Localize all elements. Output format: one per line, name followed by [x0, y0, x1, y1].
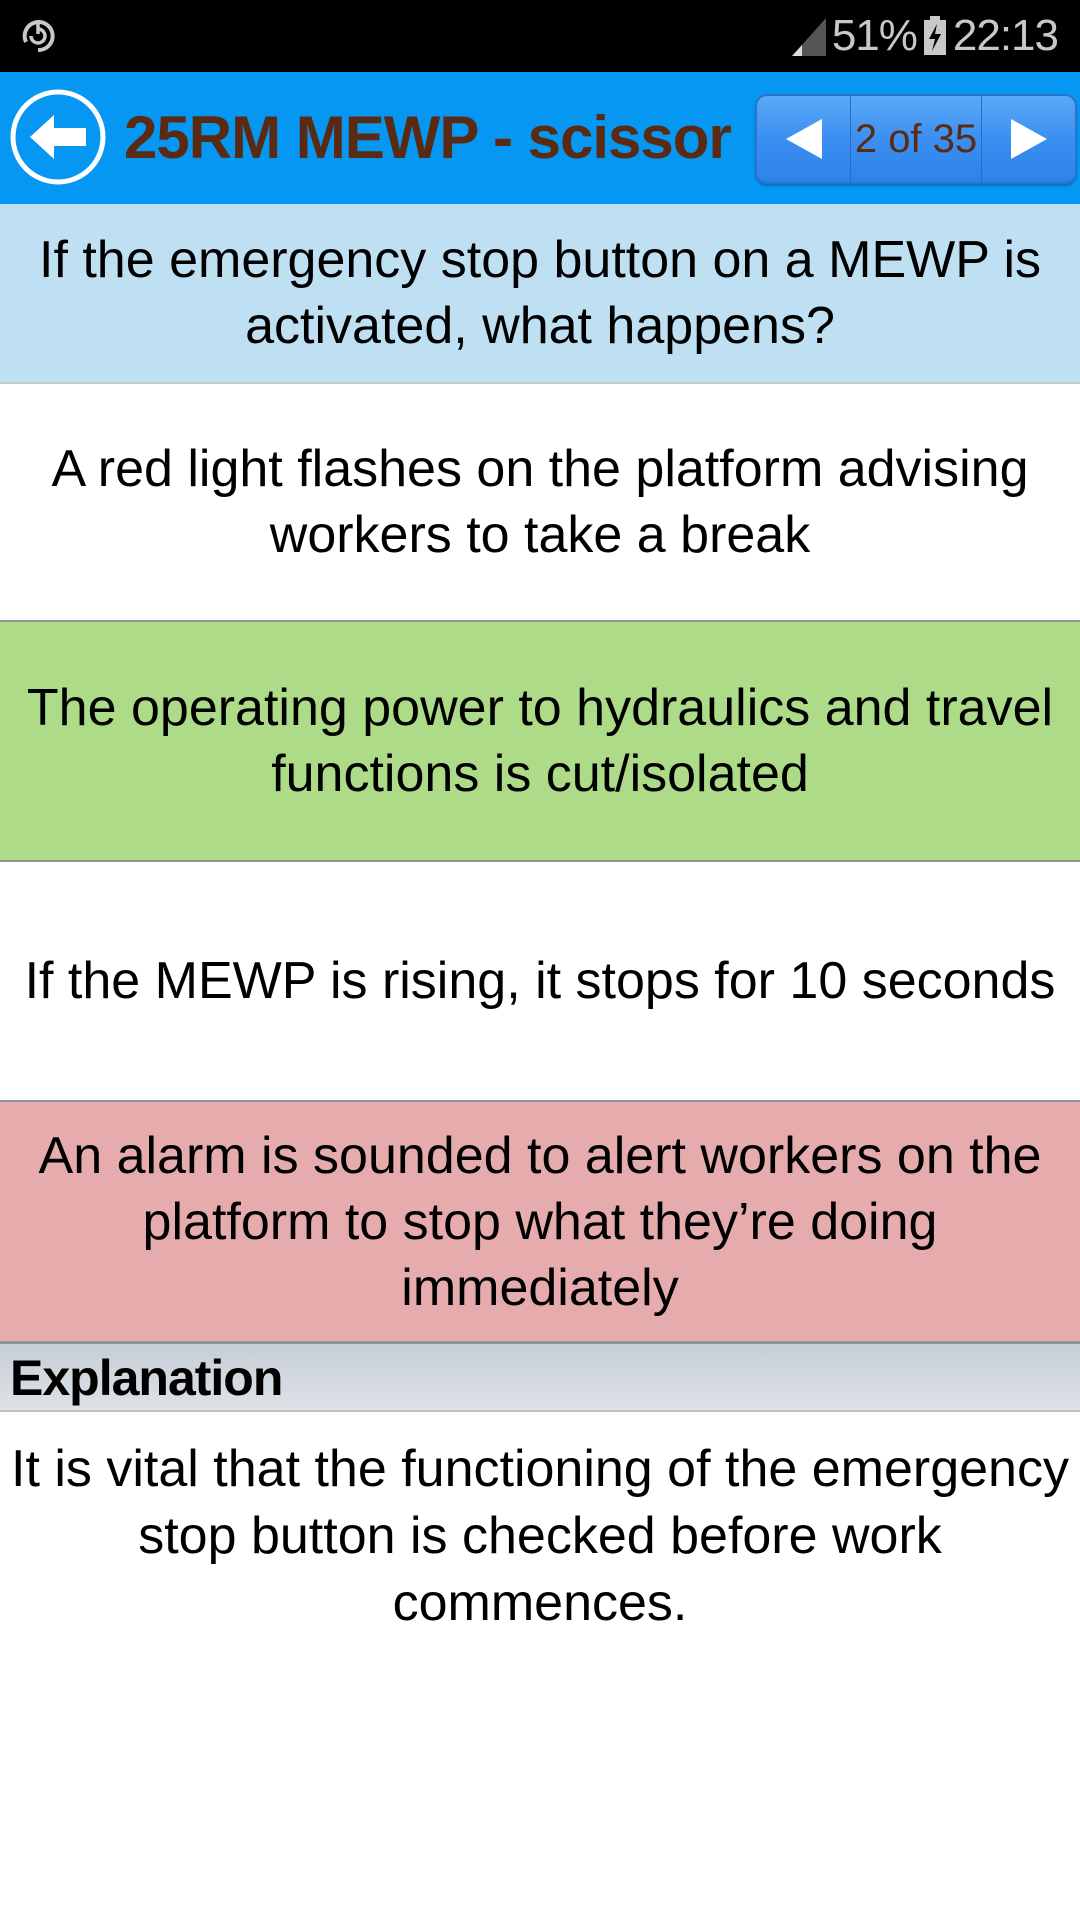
explanation-text: It is vital that the functioning of the …: [11, 1440, 1069, 1632]
triangle-left-icon: [785, 119, 822, 159]
question-pager: 2 of 35: [755, 94, 1077, 184]
next-question-button[interactable]: [982, 96, 1075, 182]
answer-option[interactable]: A red light flashes on the platform advi…: [0, 384, 1080, 622]
battery-charging-icon: [923, 16, 947, 56]
sync-icon: [18, 16, 58, 56]
app-header: 25RM MEWP - scissor 2 of 35: [0, 72, 1080, 204]
battery-percent: 51%: [831, 11, 918, 60]
signal-icon: [791, 17, 826, 56]
previous-question-button[interactable]: [757, 96, 850, 182]
answer-option-incorrect[interactable]: An alarm is sounded to alert workers on …: [0, 1102, 1080, 1344]
status-bar: 51% 22:13: [0, 0, 1080, 72]
question-text: If the emergency stop button on a MEWP i…: [0, 204, 1080, 384]
explanation-heading: Explanation: [0, 1344, 1080, 1412]
back-arrow-circle-icon: [10, 89, 106, 185]
answer-option-correct[interactable]: The operating power to hydraulics and tr…: [0, 622, 1080, 862]
page-title: 25RM MEWP - scissor: [124, 104, 732, 171]
question-counter: 2 of 35: [850, 96, 982, 182]
answer-option[interactable]: If the MEWP is rising, it stops for 10 s…: [0, 862, 1080, 1102]
back-button[interactable]: [8, 87, 108, 187]
triangle-right-icon: [1010, 119, 1047, 159]
clock: 22:13: [952, 11, 1059, 60]
